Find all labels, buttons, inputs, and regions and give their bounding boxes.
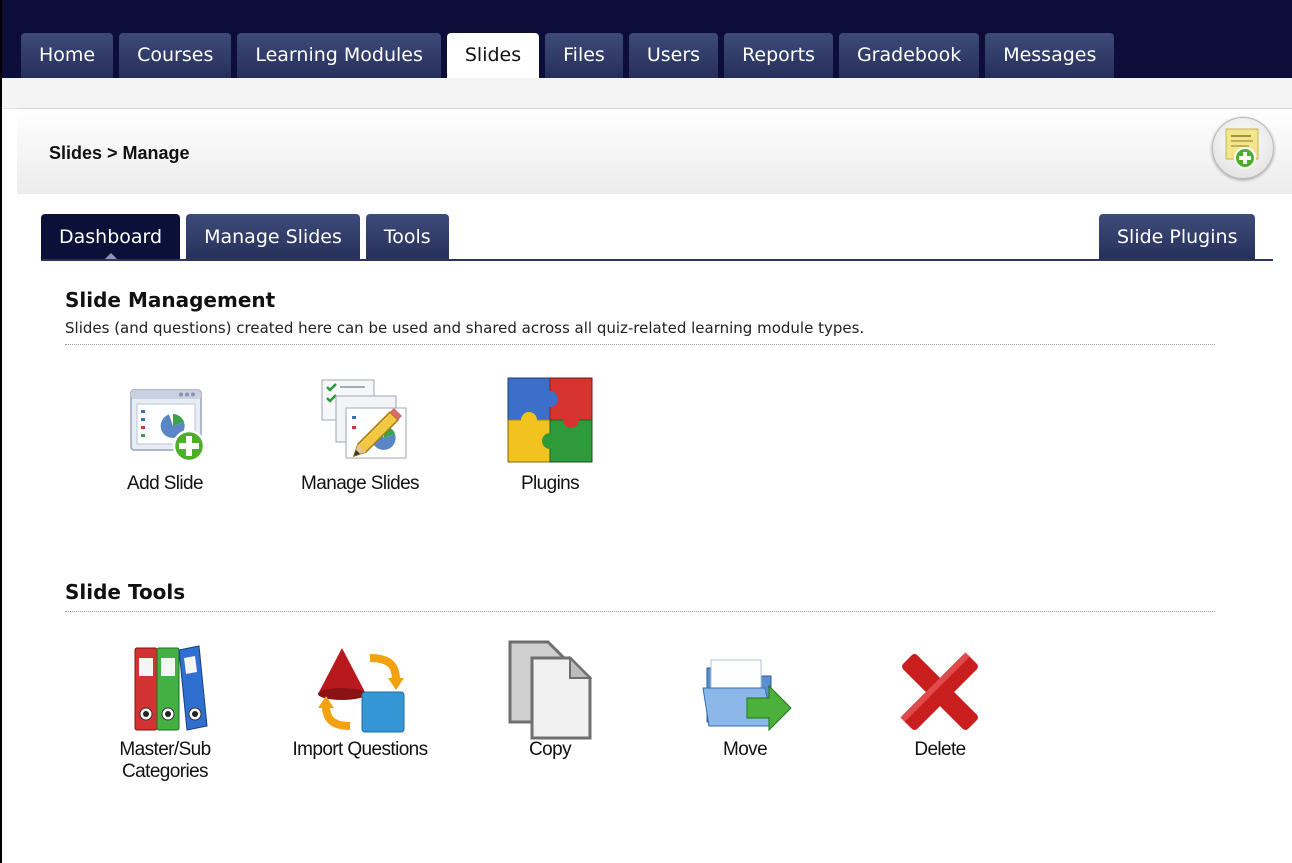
master-sub-categories-tile[interactable]: Master/Sub Categories: [80, 640, 250, 784]
copy-icon: [508, 640, 593, 740]
nav-tab-reports[interactable]: Reports: [724, 33, 833, 78]
top-nav: Home Courses Learning Modules Slides Fil…: [21, 33, 1120, 78]
tabs-underline: [41, 259, 1273, 261]
breadcrumb: Slides > Manage: [49, 143, 190, 163]
move-tile[interactable]: Move: [660, 640, 830, 762]
copy-label: Copy: [529, 739, 572, 760]
nav-tab-messages[interactable]: Messages: [985, 33, 1115, 78]
page-header: Slides > Manage: [17, 108, 1292, 196]
section-description: Slides (and questions) created here can …: [65, 319, 865, 337]
delete-label: Delete: [914, 739, 966, 760]
plugins-label: Plugins: [520, 473, 580, 494]
tab-dashboard-label: Dashboard: [59, 226, 163, 248]
nav-tab-gradebook[interactable]: Gradebook: [838, 33, 980, 78]
import-questions-tile[interactable]: Import Questions: [275, 640, 445, 762]
section-title-tools: Slide Tools: [65, 580, 186, 604]
section-divider: [65, 344, 1215, 345]
copy-tile[interactable]: Copy: [465, 640, 635, 762]
master-sub-label-line2: Categories: [122, 761, 208, 782]
import-questions-label: Import Questions: [292, 739, 428, 760]
add-slide-icon: [130, 389, 206, 463]
tab-manage-slides[interactable]: Manage Slides: [186, 214, 360, 260]
tab-tools[interactable]: Tools: [365, 214, 449, 260]
nav-tab-files[interactable]: Files: [545, 33, 623, 78]
nav-tab-slides[interactable]: Slides: [446, 33, 540, 78]
plugins-tile[interactable]: Plugins: [465, 374, 635, 496]
main-panel: Dashboard Manage Slides Tools Slide Plug…: [17, 194, 1292, 863]
binders-icon: [134, 645, 208, 731]
nav-tab-home[interactable]: Home: [21, 33, 114, 78]
add-note-button[interactable]: [1212, 117, 1274, 179]
manage-slides-tile[interactable]: Manage Slides: [275, 374, 445, 496]
manage-slides-label: Manage Slides: [301, 473, 419, 494]
delete-tile[interactable]: Delete: [855, 640, 1025, 762]
manage-slides-icon: [321, 379, 407, 459]
move-label: Move: [722, 739, 768, 760]
tab-dashboard[interactable]: Dashboard: [41, 214, 181, 261]
nav-tab-users[interactable]: Users: [628, 33, 719, 78]
sticky-note-add-icon: [1225, 128, 1259, 169]
add-slide-label: Add Slide: [127, 473, 204, 494]
add-slide-tile[interactable]: Add Slide: [80, 374, 250, 496]
nav-underbar: [2, 78, 1292, 109]
tab-slide-plugins[interactable]: Slide Plugins: [1099, 214, 1256, 260]
section-title-management: Slide Management: [65, 288, 276, 312]
puzzle-plugins-icon: [507, 377, 593, 463]
nav-tab-learning-modules[interactable]: Learning Modules: [237, 33, 441, 78]
move-folder-icon: [702, 659, 792, 732]
nav-tab-courses[interactable]: Courses: [119, 33, 232, 78]
delete-x-icon: [900, 652, 978, 730]
section-divider: [65, 611, 1215, 612]
left-border: [0, 0, 2, 863]
sub-tabs: Dashboard Manage Slides Tools: [41, 214, 455, 261]
master-sub-label-line1: Master/Sub: [119, 739, 211, 760]
import-shapes-icon: [318, 648, 405, 733]
